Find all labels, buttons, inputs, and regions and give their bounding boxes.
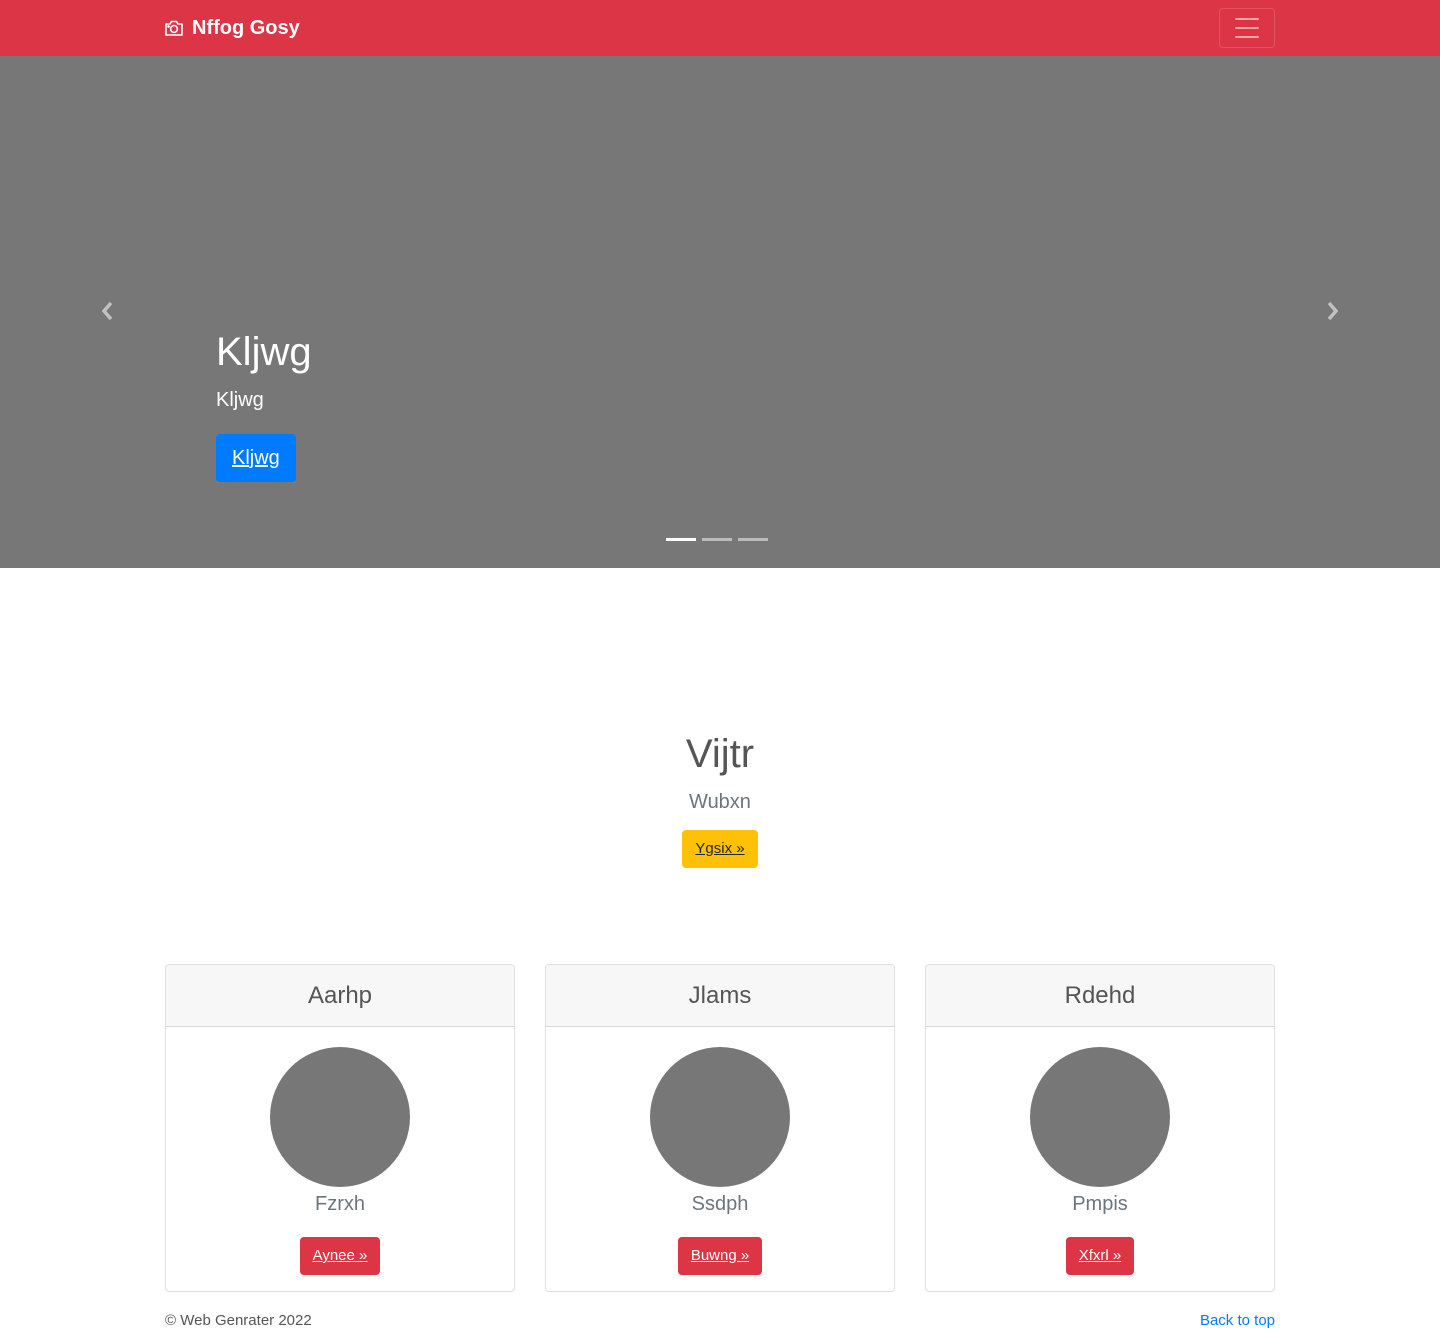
card-body: Pmpis Xfxrl »: [926, 1027, 1274, 1275]
card-title: Aarhp: [166, 965, 514, 1027]
carousel-caption: Kljwg Kljwg Kljwg: [216, 328, 312, 482]
card-text: Ssdph: [691, 1193, 749, 1215]
carousel-indicator[interactable]: [702, 538, 732, 541]
card-image-placeholder: [270, 1047, 410, 1187]
card: Jlams Ssdph Buwng »: [545, 964, 895, 1292]
back-to-top-link[interactable]: Back to top: [1200, 1311, 1275, 1331]
carousel-text: Kljwg: [216, 389, 264, 411]
camera-icon: [164, 19, 184, 37]
card-body: Ssdph Buwng »: [546, 1027, 894, 1275]
card-title: Jlams: [546, 965, 894, 1027]
card-text: Pmpis: [1072, 1193, 1128, 1215]
chevron-left-icon: [101, 301, 113, 321]
intro-button[interactable]: Ygsix »: [682, 830, 758, 868]
carousel-cta-button[interactable]: Kljwg: [216, 434, 296, 482]
carousel-prev-button[interactable]: [96, 299, 120, 323]
hamburger-icon-bar: [1235, 27, 1259, 29]
card-button[interactable]: Aynee »: [299, 1237, 381, 1275]
intro-title: Vijtr: [685, 732, 755, 776]
card: Aarhp Fzrxh Aynee »: [165, 964, 515, 1292]
navbar-brand[interactable]: Nffog Gosy: [164, 14, 300, 42]
carousel-indicator[interactable]: [666, 538, 696, 541]
card-title: Rdehd: [926, 965, 1274, 1027]
carousel-title: Kljwg: [216, 330, 312, 374]
navbar-toggler-button[interactable]: [1219, 8, 1275, 48]
brand-name: Nffog Gosy: [192, 16, 300, 39]
chevron-right-icon: [1327, 301, 1339, 321]
hamburger-icon-bar: [1235, 36, 1259, 38]
carousel-indicators: [666, 538, 768, 541]
card-image-placeholder: [650, 1047, 790, 1187]
card-button[interactable]: Buwng »: [677, 1237, 763, 1275]
card-text: Fzrxh: [315, 1193, 365, 1215]
intro-section: Vijtr Wubxn Ygsix »: [0, 728, 1440, 868]
card-body: Fzrxh Aynee »: [166, 1027, 514, 1275]
footer-copyright: © Web Genrater 2022: [165, 1312, 312, 1329]
card-button[interactable]: Xfxrl »: [1065, 1237, 1135, 1275]
card-image-placeholder: [1030, 1047, 1170, 1187]
hamburger-icon: [1235, 18, 1259, 20]
card: Rdehd Pmpis Xfxrl »: [925, 964, 1275, 1292]
hero-carousel: Kljwg Kljwg Kljwg: [0, 56, 1440, 568]
carousel-next-button[interactable]: [1320, 299, 1344, 323]
carousel-indicator[interactable]: [738, 538, 768, 541]
intro-subtitle: Wubxn: [689, 791, 751, 813]
navbar: Nffog Gosy: [0, 0, 1440, 56]
